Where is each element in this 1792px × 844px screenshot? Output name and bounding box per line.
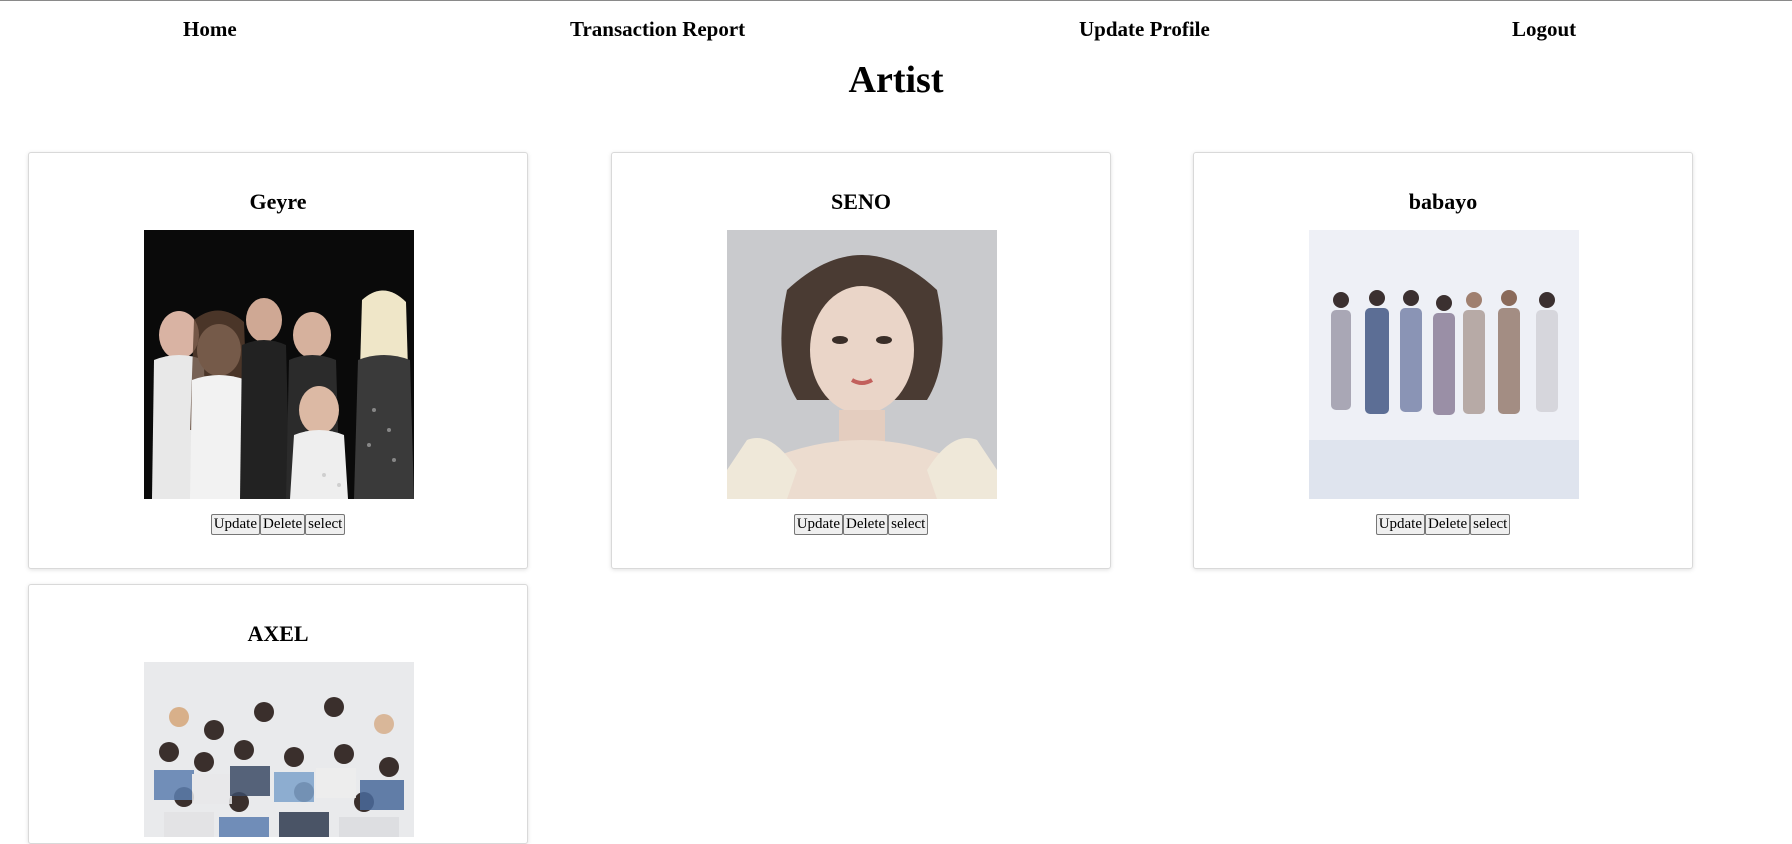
- artist-card: babayo Update Delete select: [1193, 152, 1693, 569]
- page-title: Artist: [848, 59, 944, 101]
- card-actions: Update Delete select: [1194, 514, 1692, 535]
- update-button[interactable]: Update: [210, 514, 261, 535]
- card-actions: Update Delete select: [612, 514, 1110, 535]
- artist-photo: [144, 230, 414, 499]
- update-button[interactable]: Update: [1375, 514, 1426, 535]
- artist-card: SENO Update Delete select: [611, 152, 1111, 569]
- select-button[interactable]: select: [305, 514, 346, 535]
- delete-button[interactable]: Delete: [843, 514, 889, 535]
- update-button[interactable]: Update: [793, 514, 844, 535]
- artist-photo: [1309, 230, 1579, 499]
- nav-transaction-report-link[interactable]: Transaction Report: [570, 17, 745, 42]
- artist-photo: [727, 230, 997, 499]
- artist-name: babayo: [1408, 189, 1478, 214]
- artist-name: AXEL: [247, 621, 309, 646]
- delete-button[interactable]: Delete: [260, 514, 306, 535]
- nav-home-link[interactable]: Home: [183, 17, 237, 42]
- select-button[interactable]: select: [1470, 514, 1511, 535]
- artist-photo: [144, 662, 414, 837]
- top-nav: Home Transaction Report Update Profile L…: [0, 0, 1792, 60]
- card-actions: Update Delete select: [29, 514, 527, 535]
- artist-card: AXEL: [28, 584, 528, 844]
- artist-name: SENO: [831, 189, 891, 214]
- nav-update-profile-link[interactable]: Update Profile: [1079, 17, 1210, 42]
- artist-card: Geyre Update Delete select: [28, 152, 528, 569]
- artist-name: Geyre: [249, 189, 307, 214]
- select-button[interactable]: select: [888, 514, 929, 535]
- nav-logout-link[interactable]: Logout: [1512, 17, 1576, 42]
- delete-button[interactable]: Delete: [1425, 514, 1471, 535]
